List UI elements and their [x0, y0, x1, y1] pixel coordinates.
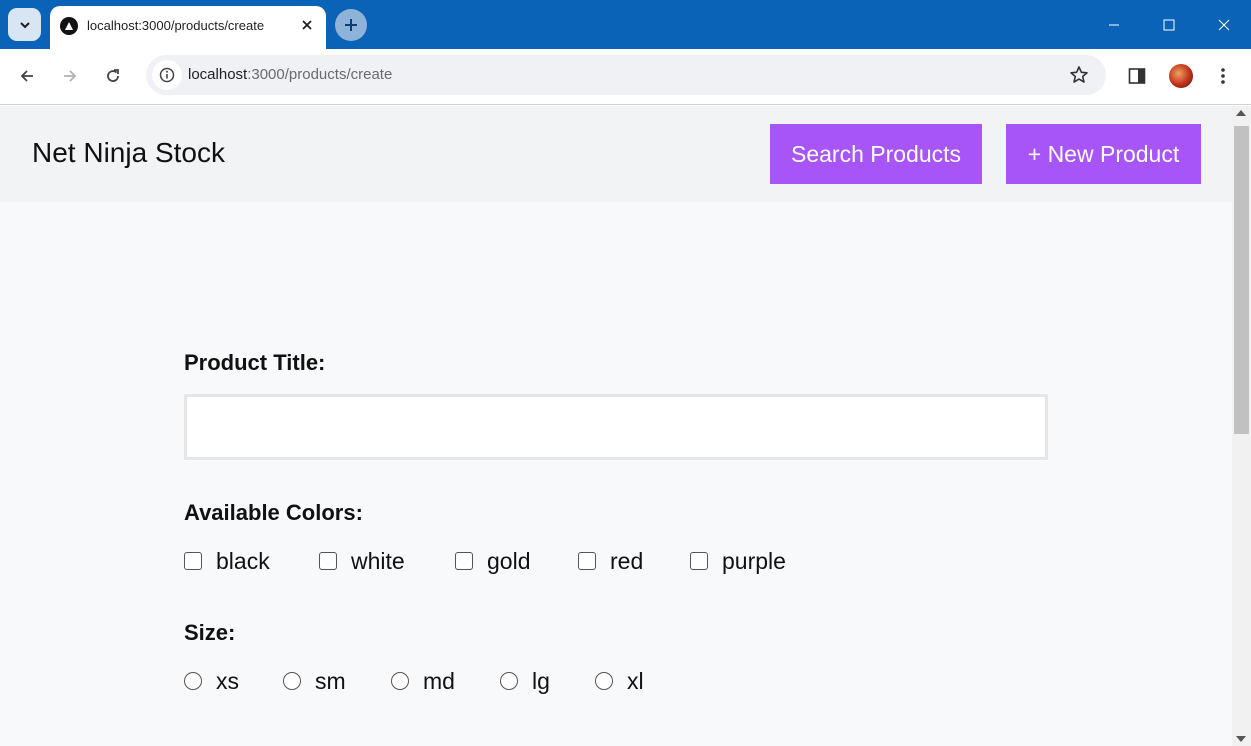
- page-scrollbar[interactable]: [1232, 106, 1251, 746]
- new-tab-button[interactable]: [335, 9, 367, 41]
- color-option-red[interactable]: red: [578, 548, 643, 574]
- size-option-label: xs: [216, 667, 239, 694]
- menu-button[interactable]: [1210, 63, 1236, 89]
- color-option-gold[interactable]: gold: [455, 548, 530, 574]
- reload-icon: [107, 69, 119, 82]
- browser-tab[interactable]: localhost:3000/products/create: [50, 6, 326, 49]
- close-icon: [1218, 19, 1229, 30]
- browser-tab-bar: localhost:3000/products/create: [0, 0, 1251, 49]
- color-label: black: [216, 547, 270, 574]
- size-option-lg[interactable]: lg: [500, 668, 550, 694]
- address-bar[interactable]: localhost:3000/products/create: [146, 55, 1106, 95]
- color-option-black[interactable]: black: [184, 548, 270, 574]
- scroll-down-arrow-icon[interactable]: [1236, 736, 1246, 742]
- color-label: red: [610, 547, 644, 574]
- color-label: white: [351, 547, 405, 574]
- size-option-md[interactable]: md: [391, 668, 455, 694]
- radio-button[interactable]: [184, 672, 202, 690]
- color-label: gold: [487, 547, 531, 574]
- side-panel-button[interactable]: [1124, 63, 1150, 89]
- new-product-button[interactable]: + New Product: [1006, 124, 1201, 184]
- radio-button[interactable]: [595, 672, 613, 690]
- color-option-purple[interactable]: purple: [690, 548, 786, 574]
- color-label: purple: [722, 547, 786, 574]
- more-vertical-icon: [1221, 68, 1225, 84]
- url-path: :3000/products/create: [247, 66, 393, 83]
- size-option-label: md: [423, 667, 455, 694]
- side-panel-icon: [1128, 68, 1146, 84]
- size-option-sm[interactable]: sm: [283, 668, 346, 694]
- profile-avatar[interactable]: [1169, 64, 1193, 88]
- size-option-label: lg: [532, 667, 550, 694]
- minimize-button[interactable]: [1086, 0, 1141, 49]
- plus-icon: [345, 19, 357, 31]
- size-option-xl[interactable]: xl: [595, 668, 644, 694]
- radio-button[interactable]: [391, 672, 409, 690]
- close-window-button[interactable]: [1196, 0, 1251, 49]
- scrollbar-thumb[interactable]: [1234, 126, 1249, 434]
- tab-search-button[interactable]: [8, 8, 41, 41]
- size-option-label: xl: [627, 667, 644, 694]
- checkbox[interactable]: [319, 552, 337, 570]
- chevron-down-icon: [19, 21, 30, 28]
- forward-button[interactable]: [55, 61, 85, 91]
- size-option-xs[interactable]: xs: [184, 668, 239, 694]
- arrow-left-icon: [20, 70, 33, 82]
- checkbox[interactable]: [578, 552, 596, 570]
- maximize-icon: [1163, 19, 1174, 30]
- bookmark-star-icon[interactable]: [1068, 64, 1090, 86]
- available-colors-label: Available Colors:: [184, 500, 363, 525]
- close-tab-icon[interactable]: [298, 16, 316, 34]
- site-brand[interactable]: Net Ninja Stock: [32, 137, 225, 169]
- url-host: localhost: [188, 66, 248, 83]
- site-navbar: Net Ninja Stock Search Products + New Pr…: [0, 106, 1232, 202]
- back-button[interactable]: [12, 61, 42, 91]
- tab-title: localhost:3000/products/create: [87, 18, 265, 33]
- color-option-white[interactable]: white: [319, 548, 405, 574]
- search-products-button[interactable]: Search Products: [770, 124, 982, 184]
- arrow-right-icon: [64, 70, 77, 82]
- radio-button[interactable]: [500, 672, 518, 690]
- size-option-label: sm: [315, 667, 346, 694]
- checkbox[interactable]: [690, 552, 708, 570]
- maximize-button[interactable]: [1141, 0, 1196, 49]
- radio-button[interactable]: [283, 672, 301, 690]
- site-info-icon[interactable]: [152, 60, 182, 90]
- minimize-icon: [1108, 24, 1119, 25]
- reload-button[interactable]: [98, 61, 128, 91]
- checkbox[interactable]: [184, 552, 202, 570]
- page-viewport: Net Ninja Stock Search Products + New Pr…: [0, 106, 1232, 746]
- product-title-label: Product Title:: [184, 350, 326, 375]
- scroll-up-arrow-icon[interactable]: [1236, 110, 1246, 116]
- checkbox[interactable]: [455, 552, 473, 570]
- size-label: Size:: [184, 620, 236, 645]
- nextjs-favicon-icon: [60, 17, 78, 35]
- url-text: localhost:3000/products/create: [188, 66, 392, 83]
- browser-toolbar: localhost:3000/products/create: [0, 49, 1251, 105]
- product-title-input[interactable]: [184, 394, 1048, 460]
